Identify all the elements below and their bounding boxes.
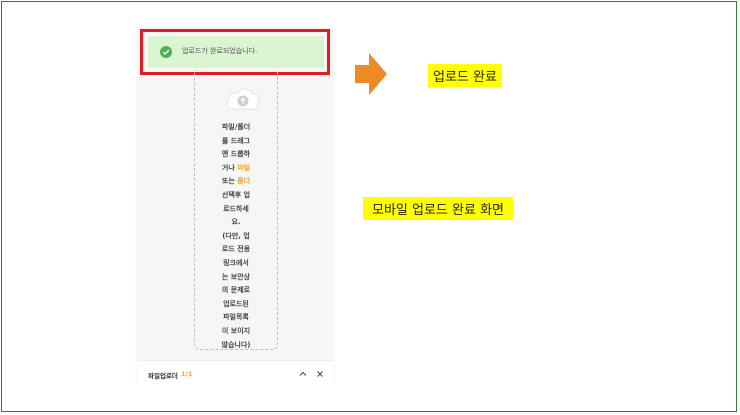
- drop-text-part: 선택후 업 로드하세 요. (다만, 업 로드 전용 링크에서 는 보안상 의 …: [221, 190, 251, 349]
- cloud-upload-icon[interactable]: [224, 84, 262, 112]
- uploader-label: 파일업로더: [148, 372, 178, 380]
- arrow-right-icon: [355, 53, 387, 95]
- toast-highlight-box: [140, 29, 330, 75]
- drop-text-part: 또는: [221, 177, 235, 186]
- file-select-link[interactable]: 파일: [237, 164, 250, 172]
- close-icon[interactable]: [315, 369, 325, 379]
- upload-count: 1/1: [181, 370, 193, 378]
- mobile-screen-label: 모바일 업로드 완료 화면: [363, 197, 513, 220]
- drop-instructions: 파일/폴더 를 드래그 앤 드롭하 거나 파일 또는 폴더 선택후 업 로드하세…: [200, 121, 272, 352]
- upload-complete-label: 업로드 완료: [428, 64, 502, 87]
- folder-select-link[interactable]: 폴더: [237, 177, 250, 185]
- uploader-bottom-bar: 파일업로더 1/1: [137, 360, 333, 387]
- chevron-up-icon[interactable]: [298, 369, 308, 379]
